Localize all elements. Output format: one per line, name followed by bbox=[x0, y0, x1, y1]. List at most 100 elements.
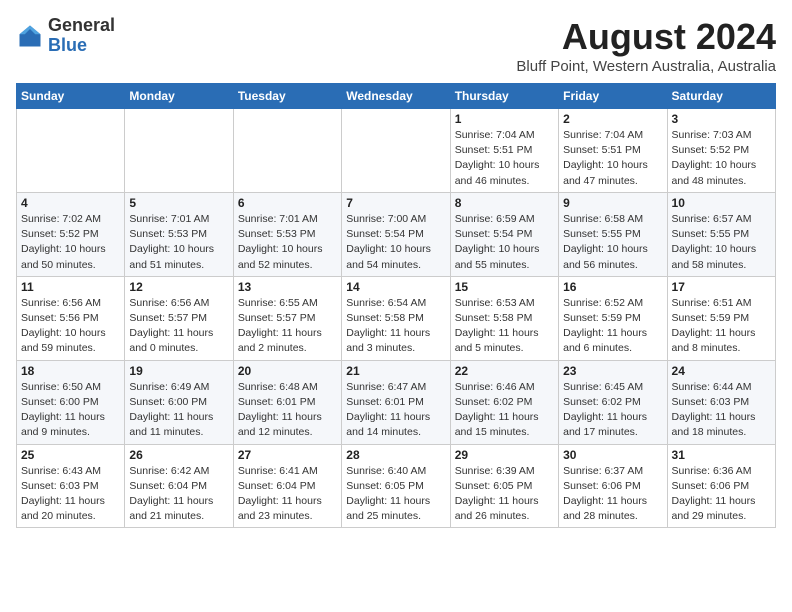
calendar-header-row: SundayMondayTuesdayWednesdayThursdayFrid… bbox=[17, 84, 776, 109]
calendar-cell: 15Sunrise: 6:53 AMSunset: 5:58 PMDayligh… bbox=[450, 276, 558, 360]
day-detail: Sunrise: 6:50 AMSunset: 6:00 PMDaylight:… bbox=[21, 380, 120, 441]
calendar-cell: 1 Sunrise: 7:04 AMSunset: 5:51 PMDaylight… bbox=[450, 109, 558, 193]
location: Bluff Point, Western Australia, Australi… bbox=[516, 58, 776, 75]
day-number: 22 bbox=[455, 364, 554, 378]
calendar-header-wednesday: Wednesday bbox=[342, 84, 450, 109]
day-number: 27 bbox=[238, 448, 337, 462]
calendar-cell: 18 Sunrise: 6:50 AMSunset: 6:00 PMDayligh… bbox=[17, 360, 125, 444]
day-detail: Sunrise: 6:40 AMSunset: 6:05 PMDaylight:… bbox=[346, 464, 445, 525]
day-detail: Sunrise: 6:43 AMSunset: 6:03 PMDaylight:… bbox=[21, 464, 120, 525]
day-detail: Sunrise: 6:44 AMSunset: 6:03 PMDaylight:… bbox=[672, 380, 771, 441]
day-number: 12 bbox=[129, 280, 228, 294]
day-number: 18 bbox=[21, 364, 120, 378]
day-detail: Sunrise: 6:37 AMSunset: 6:06 PMDaylight:… bbox=[563, 464, 662, 525]
day-number: 4 bbox=[21, 196, 120, 210]
calendar-cell: 22Sunrise: 6:46 AMSunset: 6:02 PMDayligh… bbox=[450, 360, 558, 444]
day-number: 23 bbox=[563, 364, 662, 378]
day-detail: Sunrise: 6:51 AMSunset: 5:59 PMDaylight:… bbox=[672, 296, 771, 357]
calendar-cell: 10 Sunrise: 6:57 AMSunset: 5:55 PMDayligh… bbox=[667, 192, 775, 276]
day-number: 13 bbox=[238, 280, 337, 294]
calendar-cell: 7 Sunrise: 7:00 AMSunset: 5:54 PMDaylight… bbox=[342, 192, 450, 276]
day-number: 7 bbox=[346, 196, 445, 210]
day-number: 28 bbox=[346, 448, 445, 462]
calendar-cell: 16Sunrise: 6:52 AMSunset: 5:59 PMDayligh… bbox=[559, 276, 667, 360]
calendar-cell: 17 Sunrise: 6:51 AMSunset: 5:59 PMDayligh… bbox=[667, 276, 775, 360]
day-number: 21 bbox=[346, 364, 445, 378]
day-number: 15 bbox=[455, 280, 554, 294]
calendar-cell: 28 Sunrise: 6:40 AMSunset: 6:05 PMDayligh… bbox=[342, 444, 450, 528]
logo-blue: Blue bbox=[48, 35, 87, 55]
calendar-cell: 8 Sunrise: 6:59 AMSunset: 5:54 PMDaylight… bbox=[450, 192, 558, 276]
calendar-cell: 3Sunrise: 7:03 AMSunset: 5:52 PMDaylight… bbox=[667, 109, 775, 193]
calendar-cell: 9 Sunrise: 6:58 AMSunset: 5:55 PMDaylight… bbox=[559, 192, 667, 276]
calendar-cell: 4 Sunrise: 7:02 AMSunset: 5:52 PMDaylight… bbox=[17, 192, 125, 276]
calendar-week-row: 11 Sunrise: 6:56 AMSunset: 5:56 PMDayligh… bbox=[17, 276, 776, 360]
calendar-cell: 29Sunrise: 6:39 AMSunset: 6:05 PMDayligh… bbox=[450, 444, 558, 528]
calendar-cell: 14 Sunrise: 6:54 AMSunset: 5:58 PMDayligh… bbox=[342, 276, 450, 360]
calendar-header-thursday: Thursday bbox=[450, 84, 558, 109]
day-number: 14 bbox=[346, 280, 445, 294]
day-detail: Sunrise: 7:01 AMSunset: 5:53 PMDaylight:… bbox=[238, 212, 337, 273]
day-detail: Sunrise: 7:02 AMSunset: 5:52 PMDaylight:… bbox=[21, 212, 120, 273]
day-detail: Sunrise: 7:04 AMSunset: 5:51 PMDaylight:… bbox=[455, 128, 554, 189]
day-number: 10 bbox=[672, 196, 771, 210]
day-number: 9 bbox=[563, 196, 662, 210]
calendar-week-row: 18 Sunrise: 6:50 AMSunset: 6:00 PMDayligh… bbox=[17, 360, 776, 444]
calendar-cell: 6 Sunrise: 7:01 AMSunset: 5:53 PMDaylight… bbox=[233, 192, 341, 276]
calendar-cell bbox=[125, 109, 233, 193]
day-number: 25 bbox=[21, 448, 120, 462]
day-detail: Sunrise: 6:47 AMSunset: 6:01 PMDaylight:… bbox=[346, 380, 445, 441]
day-detail: Sunrise: 6:45 AMSunset: 6:02 PMDaylight:… bbox=[563, 380, 662, 441]
page-header: General Blue August 2024 Bluff Point, We… bbox=[16, 16, 776, 75]
day-number: 30 bbox=[563, 448, 662, 462]
day-number: 16 bbox=[563, 280, 662, 294]
day-detail: Sunrise: 7:01 AMSunset: 5:53 PMDaylight:… bbox=[129, 212, 228, 273]
calendar-cell bbox=[17, 109, 125, 193]
day-number: 3 bbox=[672, 112, 771, 126]
calendar-cell bbox=[342, 109, 450, 193]
day-number: 8 bbox=[455, 196, 554, 210]
day-detail: Sunrise: 6:48 AMSunset: 6:01 PMDaylight:… bbox=[238, 380, 337, 441]
calendar-header-monday: Monday bbox=[125, 84, 233, 109]
day-detail: Sunrise: 6:54 AMSunset: 5:58 PMDaylight:… bbox=[346, 296, 445, 357]
day-number: 6 bbox=[238, 196, 337, 210]
calendar-header-tuesday: Tuesday bbox=[233, 84, 341, 109]
day-detail: Sunrise: 6:58 AMSunset: 5:55 PMDaylight:… bbox=[563, 212, 662, 273]
calendar-cell: 20Sunrise: 6:48 AMSunset: 6:01 PMDayligh… bbox=[233, 360, 341, 444]
calendar-cell: 31 Sunrise: 6:36 AMSunset: 6:06 PMDayligh… bbox=[667, 444, 775, 528]
calendar-table: SundayMondayTuesdayWednesdayThursdayFrid… bbox=[16, 83, 776, 528]
calendar-header-sunday: Sunday bbox=[17, 84, 125, 109]
title-block: August 2024 Bluff Point, Western Austral… bbox=[516, 16, 776, 75]
calendar-week-row: 1 Sunrise: 7:04 AMSunset: 5:51 PMDaylight… bbox=[17, 109, 776, 193]
day-number: 24 bbox=[672, 364, 771, 378]
day-number: 5 bbox=[129, 196, 228, 210]
day-number: 31 bbox=[672, 448, 771, 462]
day-number: 29 bbox=[455, 448, 554, 462]
day-number: 11 bbox=[21, 280, 120, 294]
calendar-cell bbox=[233, 109, 341, 193]
day-detail: Sunrise: 6:56 AMSunset: 5:56 PMDaylight:… bbox=[21, 296, 120, 357]
day-detail: Sunrise: 7:04 AMSunset: 5:51 PMDaylight:… bbox=[563, 128, 662, 189]
calendar-header-friday: Friday bbox=[559, 84, 667, 109]
day-number: 17 bbox=[672, 280, 771, 294]
month-title: August 2024 bbox=[516, 16, 776, 58]
day-number: 2 bbox=[563, 112, 662, 126]
logo: General Blue bbox=[16, 16, 115, 56]
day-detail: Sunrise: 6:49 AMSunset: 6:00 PMDaylight:… bbox=[129, 380, 228, 441]
logo-text: General Blue bbox=[48, 16, 115, 56]
calendar-cell: 24 Sunrise: 6:44 AMSunset: 6:03 PMDayligh… bbox=[667, 360, 775, 444]
day-detail: Sunrise: 6:41 AMSunset: 6:04 PMDaylight:… bbox=[238, 464, 337, 525]
day-detail: Sunrise: 7:00 AMSunset: 5:54 PMDaylight:… bbox=[346, 212, 445, 273]
day-detail: Sunrise: 6:57 AMSunset: 5:55 PMDaylight:… bbox=[672, 212, 771, 273]
day-detail: Sunrise: 6:42 AMSunset: 6:04 PMDaylight:… bbox=[129, 464, 228, 525]
day-detail: Sunrise: 6:36 AMSunset: 6:06 PMDaylight:… bbox=[672, 464, 771, 525]
day-detail: Sunrise: 6:59 AMSunset: 5:54 PMDaylight:… bbox=[455, 212, 554, 273]
calendar-cell: 2 Sunrise: 7:04 AMSunset: 5:51 PMDaylight… bbox=[559, 109, 667, 193]
calendar-header-saturday: Saturday bbox=[667, 84, 775, 109]
calendar-cell: 11 Sunrise: 6:56 AMSunset: 5:56 PMDayligh… bbox=[17, 276, 125, 360]
logo-icon bbox=[16, 22, 44, 50]
day-number: 1 bbox=[455, 112, 554, 126]
calendar-week-row: 25 Sunrise: 6:43 AMSunset: 6:03 PMDayligh… bbox=[17, 444, 776, 528]
calendar-cell: 12 Sunrise: 6:56 AMSunset: 5:57 PMDayligh… bbox=[125, 276, 233, 360]
day-detail: Sunrise: 6:56 AMSunset: 5:57 PMDaylight:… bbox=[129, 296, 228, 357]
